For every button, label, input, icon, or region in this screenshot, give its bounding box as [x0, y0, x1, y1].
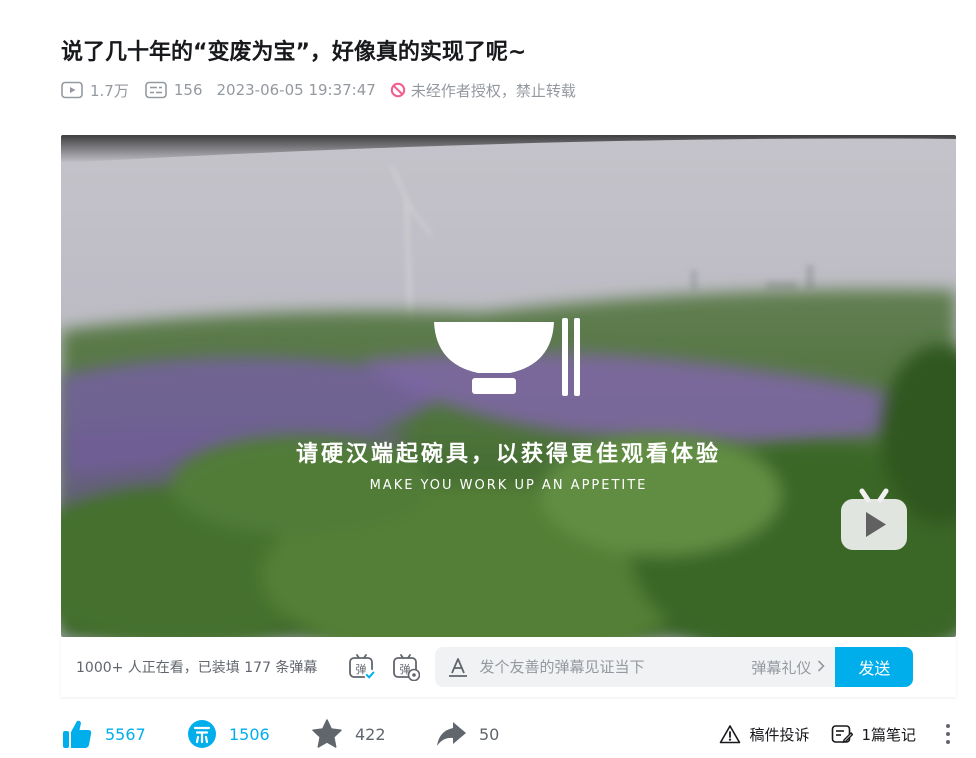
danmaku-settings[interactable]: 弹	[391, 652, 421, 682]
report-button[interactable]: 稿件投诉	[719, 724, 809, 745]
danmaku-input[interactable]	[479, 658, 740, 676]
copyright-notice: 未经作者授权，禁止转载	[390, 80, 576, 101]
danmaku-input-box: 弹幕礼仪	[435, 647, 836, 687]
danmaku-toggle-icon: 弹	[349, 654, 376, 681]
play-count-value: 1.7万	[90, 81, 129, 100]
danmaku-count-value: 156	[173, 81, 203, 99]
video-toolbar: 5567 1506 422 50 稿件投诉 1篇笔记	[61, 716, 956, 752]
play-count: 1.7万	[61, 80, 129, 101]
video-title: 说了几十年的“变废为宝”，好像真的实现了呢~	[61, 40, 527, 65]
coin-button[interactable]: 1506	[187, 719, 311, 749]
chevron-right-icon	[817, 658, 826, 676]
danmaku-count: 156	[145, 81, 203, 99]
warning-icon	[720, 725, 741, 744]
toolbar-right: 稿件投诉 1篇笔记	[697, 722, 956, 746]
share-count: 50	[479, 724, 500, 744]
send-danmaku-button[interactable]: 发送	[835, 647, 914, 687]
copyright-notice-text: 未经作者授权，禁止转载	[410, 81, 576, 100]
like-button[interactable]: 5567	[61, 718, 187, 750]
viewers-info: 1000+ 人正在看，已装填 177 条弹幕	[76, 660, 318, 676]
favorite-count: 422	[355, 724, 386, 744]
video-meta: 1.7万 156 2023-06-05 19:37:47 未经作者授权，禁止转载	[61, 78, 576, 102]
danmaku-count-icon	[145, 81, 167, 99]
danmaku-settings-icon: 弹	[393, 654, 421, 681]
play-count-icon	[61, 81, 83, 99]
coin-icon	[188, 720, 216, 748]
overlay-english-text: MAKE YOU WORK UP AN APPETITE	[369, 478, 648, 493]
danmaku-etiquette-label: 弹幕礼仪	[751, 658, 812, 677]
notes-label: 1篇笔记	[861, 725, 916, 744]
star-icon	[312, 719, 342, 748]
bilibili-tv-icon[interactable]	[840, 487, 908, 551]
publish-time: 2023-06-05 19:37:47	[216, 81, 376, 99]
like-count: 5567	[105, 724, 146, 744]
coin-count: 1506	[229, 724, 270, 744]
favorite-button[interactable]: 422	[311, 718, 435, 750]
share-arrow-icon	[437, 722, 466, 746]
danmaku-etiquette-link[interactable]: 弹幕礼仪	[751, 657, 826, 678]
more-dots-icon[interactable]	[940, 722, 956, 746]
share-button[interactable]: 50	[435, 718, 555, 750]
danmaku-toggle[interactable]: 弹	[347, 652, 377, 682]
no-repost-icon	[390, 82, 406, 98]
notes-icon	[832, 725, 854, 743]
notes-button[interactable]: 1篇笔记	[831, 724, 916, 745]
bowl-chopsticks-icon	[433, 318, 580, 396]
text-style-icon[interactable]	[447, 656, 469, 678]
report-label: 稿件投诉	[749, 725, 810, 744]
danmaku-bar: 1000+ 人正在看，已装填 177 条弹幕 弹 弹 弹幕礼仪	[61, 637, 956, 697]
thumb-up-icon	[63, 720, 92, 748]
video-player[interactable]: 请硬汉端起碗具，以获得更佳观看体验 MAKE YOU WORK UP AN AP…	[61, 135, 956, 637]
appetite-overlay: 请硬汉端起碗具，以获得更佳观看体验 MAKE YOU WORK UP AN AP…	[61, 318, 956, 493]
overlay-chinese-text: 请硬汉端起碗具，以获得更佳观看体验	[295, 442, 721, 467]
